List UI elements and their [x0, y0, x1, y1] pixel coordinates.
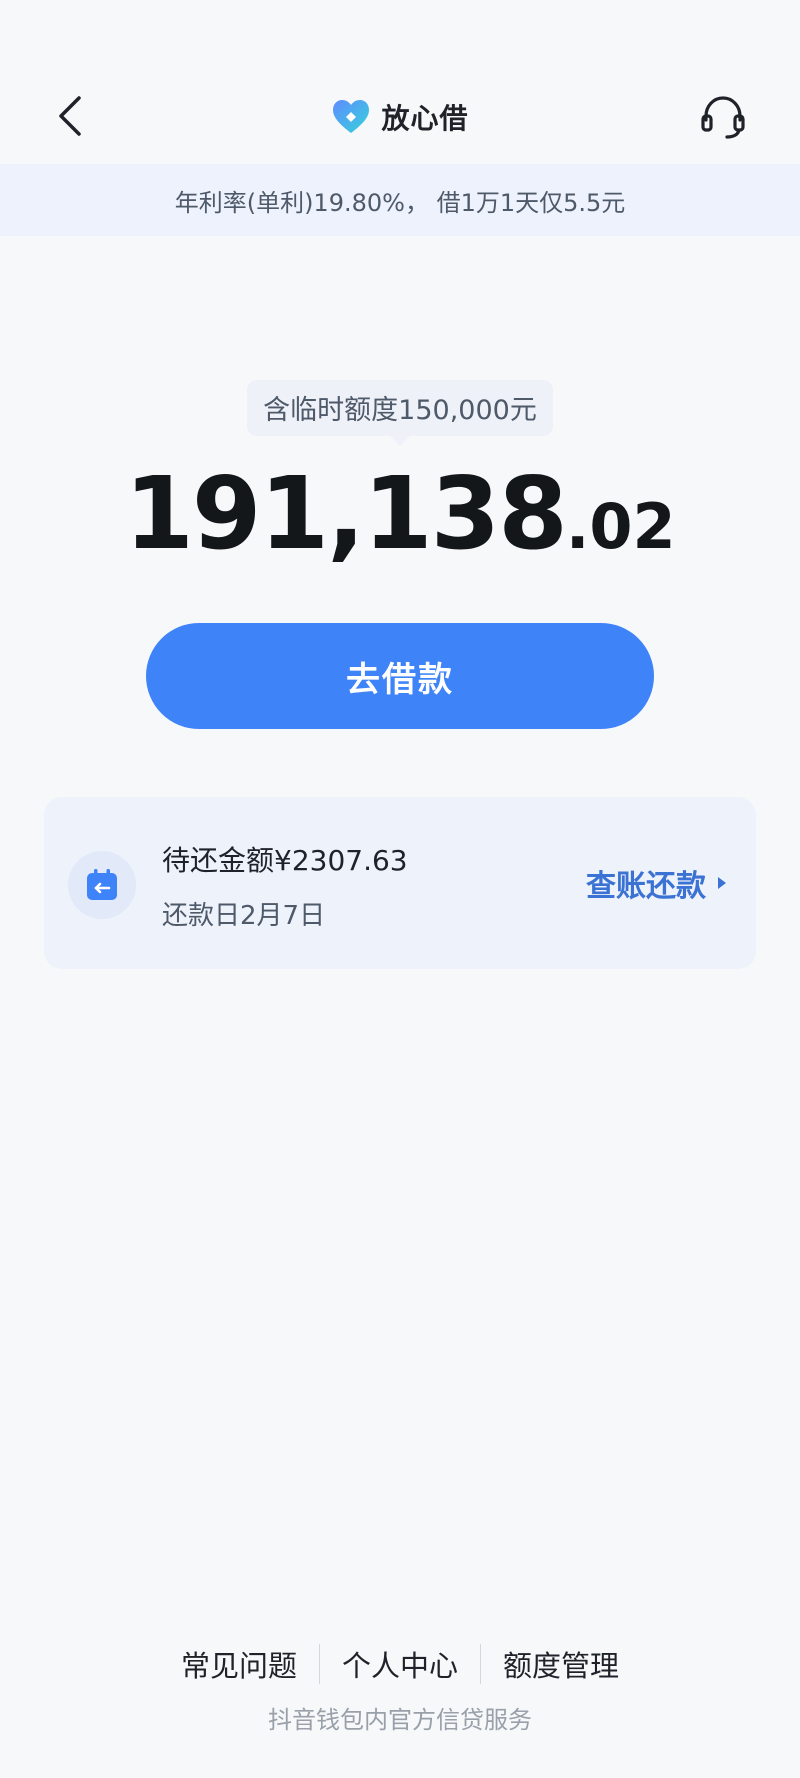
calendar-icon: [87, 869, 117, 900]
footer-nav: 常见问题 个人中心 额度管理: [0, 1636, 800, 1692]
borrow-button[interactable]: 去借款: [146, 623, 654, 729]
view-bill-repay-label: 查账还款: [586, 869, 706, 904]
footer-item-personal-center[interactable]: 个人中心: [320, 1643, 480, 1685]
footer-item-faq[interactable]: 常见问题: [159, 1643, 319, 1685]
headset-icon: [701, 96, 745, 139]
amount-integer: 191,138: [124, 455, 567, 572]
heart-logo-icon: [333, 100, 370, 133]
triangle-right-icon: [718, 877, 726, 889]
temp-quota-tag: 含临时额度150,000元: [0, 380, 800, 446]
temp-quota-text: 含临时额度150,000元: [247, 380, 553, 446]
due-date: 还款日2月7日: [162, 901, 326, 931]
header: 放心借: [0, 72, 800, 162]
footer-note: 抖音钱包内官方信贷服务: [268, 1706, 532, 1734]
customer-service-button[interactable]: [690, 84, 756, 150]
back-button[interactable]: [40, 86, 100, 146]
due-amount: 待还金额¥2307.63: [162, 844, 408, 877]
brand: 放心借: [0, 72, 800, 162]
status-bar: [0, 0, 800, 72]
rate-banner: 年利率(单利)19.80%， 借1万1天仅5.5元: [0, 164, 800, 236]
amount-decimal: .02: [565, 490, 676, 563]
available-credit-amount: 191,138 .02: [0, 455, 800, 575]
brand-name: 放心借: [381, 102, 469, 135]
repayment-card[interactable]: 待还金额¥2307.63 还款日2月7日 查账还款: [44, 797, 756, 969]
calendar-icon-wrap: [68, 851, 136, 919]
back-arrow-icon: [59, 96, 81, 136]
footer-item-quota-management[interactable]: 额度管理: [481, 1643, 641, 1685]
view-bill-repay-link[interactable]: 查账还款: [586, 863, 728, 904]
